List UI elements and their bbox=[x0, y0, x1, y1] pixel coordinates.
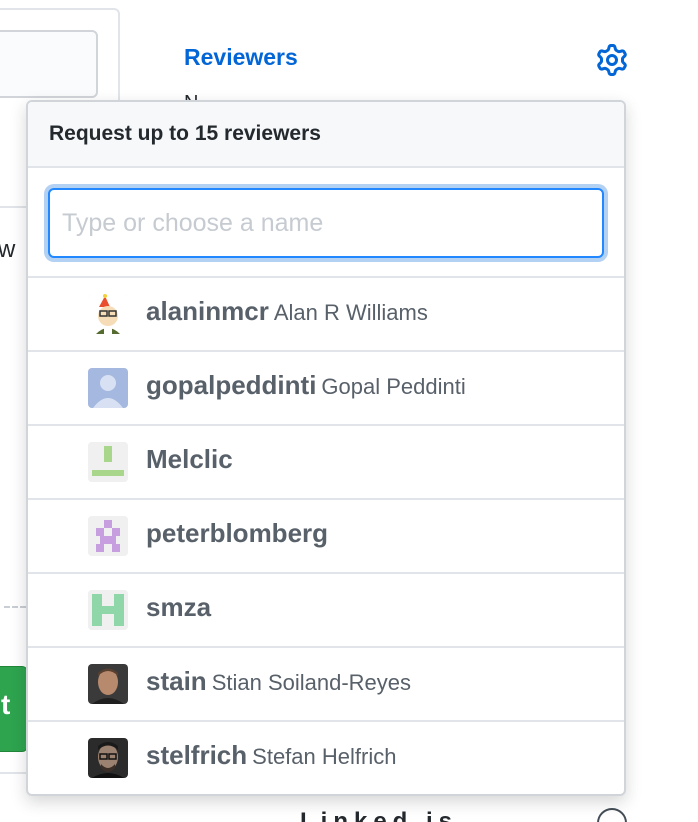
reviewer-fullname: Stefan Helfrich bbox=[252, 744, 397, 769]
reviewer-filter-input[interactable] bbox=[48, 188, 604, 258]
reviewer-item-peterblomberg[interactable]: peterblomberg bbox=[28, 500, 624, 574]
reviewer-item-smza[interactable]: smza bbox=[28, 574, 624, 648]
gear-icon[interactable] bbox=[596, 44, 628, 76]
reviewer-item-alaninmcr[interactable]: alaninmcr Alan R Williams bbox=[28, 278, 624, 352]
reviewer-item-gopalpeddinti[interactable]: gopalpeddinti Gopal Peddinti bbox=[28, 352, 624, 426]
reviewer-login: stain bbox=[146, 666, 207, 696]
reviewer-login: stelfrich bbox=[146, 740, 248, 770]
reviewer-login: gopalpeddinti bbox=[146, 370, 317, 400]
cartoon-avatar bbox=[88, 294, 128, 334]
submit-button[interactable]: t bbox=[0, 666, 28, 752]
reviewers-popover: Request up to 15 reviewers alaninmcrAlan… bbox=[26, 100, 626, 796]
identicon-teal bbox=[88, 590, 128, 630]
reviewer-login: smza bbox=[146, 592, 212, 622]
info-icon[interactable] bbox=[597, 808, 627, 822]
photo-avatar bbox=[88, 664, 128, 704]
reviewer-login: Melclic bbox=[146, 444, 233, 474]
comment-title-input[interactable] bbox=[0, 30, 98, 98]
default-person-avatar bbox=[88, 368, 128, 408]
reviewer-login: alaninmcr bbox=[146, 296, 269, 326]
reviewers-heading[interactable]: Reviewers bbox=[184, 44, 298, 71]
reviewer-item-melclic[interactable]: Melclic bbox=[28, 426, 624, 500]
reviewer-fullname: Gopal Peddinti bbox=[321, 374, 466, 399]
partial-text: w bbox=[0, 236, 16, 263]
identicon-purple bbox=[88, 516, 128, 556]
divider bbox=[4, 606, 26, 608]
reviewer-item-stelfrich[interactable]: stelfrich Stefan Helfrich bbox=[28, 722, 624, 794]
photo-avatar-glasses bbox=[88, 738, 128, 778]
reviewer-item-stain[interactable]: stain Stian Soiland-Reyes bbox=[28, 648, 624, 722]
linked-issues-heading: Linked is bbox=[300, 808, 459, 822]
filter-container bbox=[28, 168, 624, 278]
reviewer-list: alaninmcr Alan R Williams gopalpeddinti Go… bbox=[28, 278, 624, 794]
identicon-green bbox=[88, 442, 128, 482]
reviewer-fullname: Stian Soiland-Reyes bbox=[211, 670, 412, 695]
popover-title: Request up to 15 reviewers bbox=[28, 102, 624, 168]
reviewer-fullname: Alan R Williams bbox=[273, 300, 428, 325]
reviewer-login: peterblomberg bbox=[146, 518, 329, 548]
